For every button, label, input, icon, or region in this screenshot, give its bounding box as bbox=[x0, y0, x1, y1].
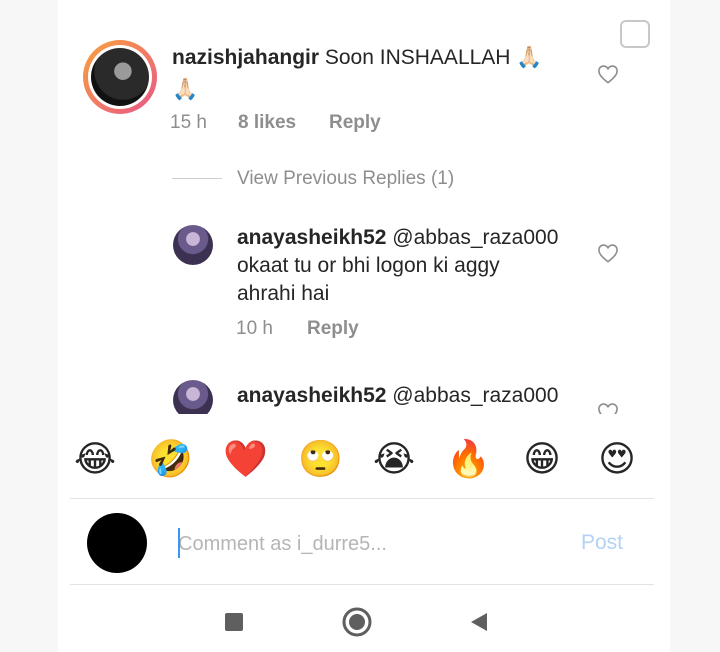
avatar-nazishjahangir[interactable] bbox=[83, 40, 157, 114]
emoji-eye-roll[interactable]: 🙄 bbox=[298, 438, 343, 482]
reply1-text-line1: okaat tu or bhi logon ki aggy bbox=[237, 254, 500, 277]
circle-icon[interactable] bbox=[341, 606, 373, 638]
reply-username[interactable]: anayasheikh52 bbox=[237, 226, 386, 249]
text-cursor bbox=[178, 528, 180, 558]
square-icon[interactable] bbox=[225, 613, 243, 631]
main-comment-likes[interactable]: 8 likes bbox=[238, 112, 296, 134]
emoji-heart-eyes[interactable]: 😍 bbox=[595, 438, 639, 482]
replies-divider bbox=[172, 178, 222, 179]
reply-username[interactable]: anayasheikh52 bbox=[237, 384, 386, 407]
emoji-crying[interactable]: 😭 bbox=[372, 438, 416, 482]
reply2-line1: anayasheikh52 @abbas_raza000 bbox=[237, 382, 558, 410]
likes-count[interactable]: 8 likes bbox=[238, 112, 296, 133]
main-reply-button[interactable]: Reply bbox=[329, 112, 381, 134]
reply1-reply-button[interactable]: Reply bbox=[307, 318, 359, 340]
reply-label[interactable]: Reply bbox=[329, 112, 381, 133]
heart-outline-icon[interactable] bbox=[597, 243, 619, 263]
triangle-back-icon[interactable] bbox=[468, 611, 490, 633]
right-frame bbox=[670, 0, 720, 652]
emoji-heart[interactable]: ❤️ bbox=[223, 438, 268, 482]
reply-mention[interactable]: @abbas_raza000 bbox=[392, 226, 558, 249]
emoji-reaction-bar: 😂 🤣 ❤️ 🙄 😭 🔥 😁 😍 bbox=[58, 430, 670, 492]
emoji-grin[interactable]: 😁 bbox=[520, 438, 564, 482]
emoji-fire[interactable]: 🔥 bbox=[446, 438, 491, 482]
main-comment-time: 15 h bbox=[170, 112, 207, 133]
composer-top-divider bbox=[70, 498, 654, 499]
reply1-time: 10 h bbox=[236, 318, 273, 339]
corner-square-icon[interactable] bbox=[620, 20, 650, 48]
scroll-clip bbox=[58, 414, 670, 426]
left-frame bbox=[0, 0, 58, 652]
emoji-rofl[interactable]: 🤣 bbox=[148, 438, 193, 482]
reply1-line1: anayasheikh52 @abbas_raza000 bbox=[237, 224, 558, 252]
current-user-avatar bbox=[87, 513, 147, 573]
reply1-text-line2: ahrahi hai bbox=[237, 282, 330, 305]
comment-username[interactable]: nazishjahangir bbox=[172, 46, 319, 69]
comment-input[interactable] bbox=[178, 528, 558, 560]
heart-outline-icon[interactable] bbox=[597, 64, 619, 84]
avatar-anayasheikh52[interactable] bbox=[173, 225, 213, 265]
comment-text: Soon INSHAALLAH 🙏🏻 bbox=[324, 46, 543, 69]
reply-mention[interactable]: @abbas_raza000 bbox=[392, 384, 558, 407]
reply-label[interactable]: Reply bbox=[307, 318, 359, 339]
post-button[interactable]: Post bbox=[581, 531, 623, 555]
composer-bottom-divider bbox=[70, 584, 654, 585]
main-comment-line1: nazishjahangir Soon INSHAALLAH 🙏🏻 bbox=[172, 44, 542, 72]
view-previous-replies[interactable]: View Previous Replies (1) bbox=[237, 168, 454, 190]
main-comment-line2: 🙏🏻 bbox=[172, 78, 199, 101]
avatar-photo bbox=[91, 48, 149, 106]
emoji-joy[interactable]: 😂 bbox=[73, 438, 117, 482]
